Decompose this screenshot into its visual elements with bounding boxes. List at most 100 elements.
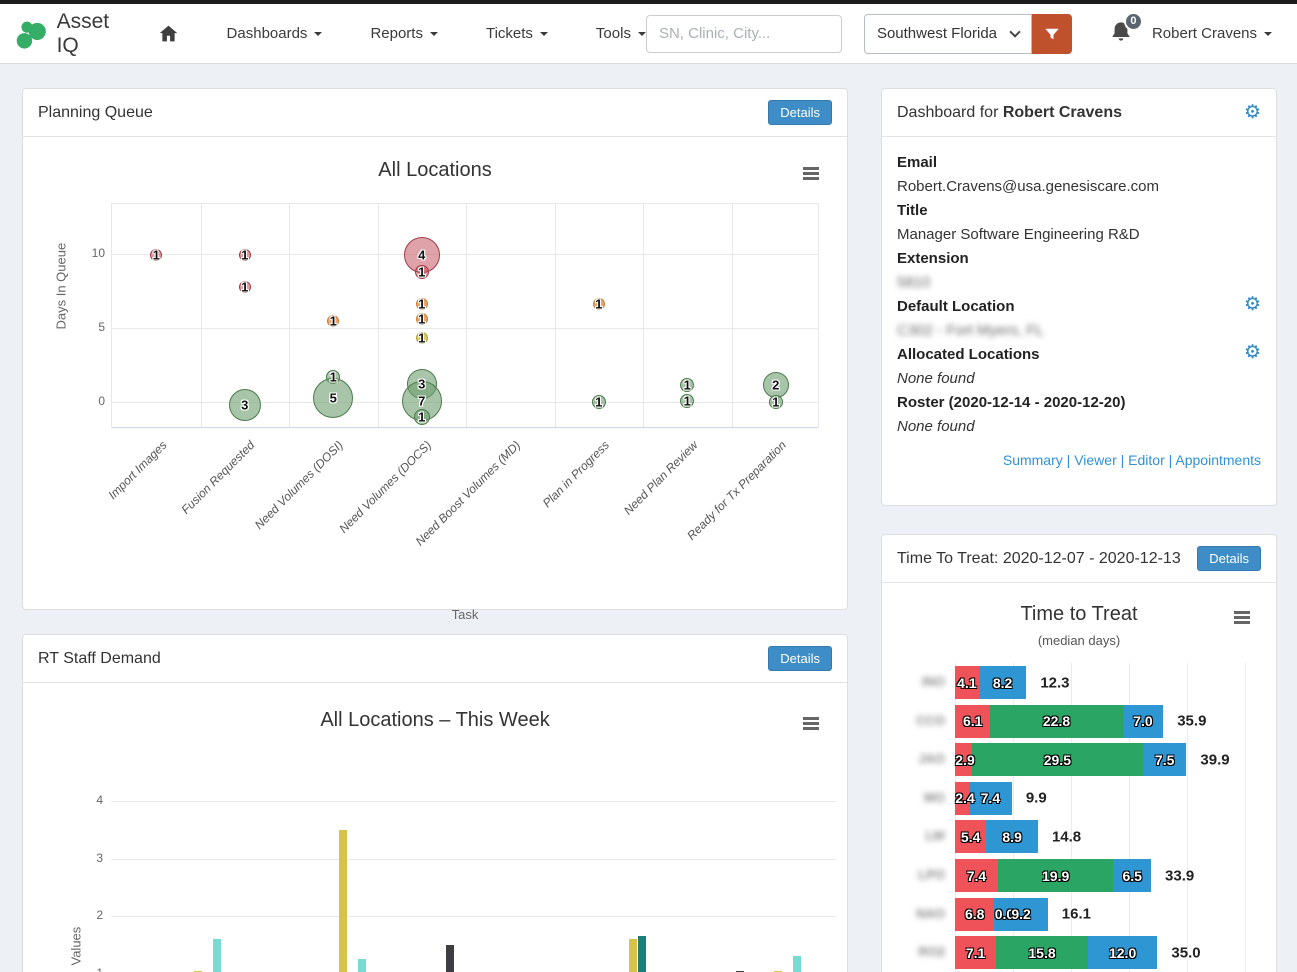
x-axis-category-label: Need Volumes (DOCS): [337, 438, 435, 536]
time-to-treat-details-button[interactable]: Details: [1197, 546, 1261, 571]
gear-icon[interactable]: ⚙: [1244, 295, 1261, 314]
bubble-label: 3: [418, 377, 425, 392]
bar[interactable]: [629, 939, 637, 972]
bubble-label: 1: [330, 369, 337, 384]
filter-button[interactable]: [1032, 14, 1072, 54]
chart-menu-button[interactable]: [1230, 611, 1254, 631]
grid-line: [466, 204, 467, 427]
bar-segment-label: 6.8: [965, 906, 984, 922]
gear-icon[interactable]: ⚙: [1244, 343, 1261, 362]
region-select[interactable]: Southwest Florida: [864, 14, 1032, 54]
bar[interactable]: [793, 956, 801, 972]
planning-queue-card: Planning Queue Details All Locations 111…: [22, 88, 848, 610]
row-total: 16.1: [1062, 906, 1091, 923]
profile-card: Dashboard for Robert Cravens ⚙ Email Rob…: [881, 88, 1277, 506]
row-total: 9.9: [1026, 790, 1047, 807]
viewer-link[interactable]: Viewer: [1074, 452, 1117, 468]
x-axis-category-label: Plan in Progress: [539, 438, 611, 510]
allocated-locations-value: None found: [897, 367, 1261, 391]
gear-icon[interactable]: ⚙: [1244, 103, 1261, 122]
planning-queue-details-button[interactable]: Details: [768, 100, 832, 125]
user-menu[interactable]: Robert Cravens: [1152, 25, 1272, 42]
chevron-down-icon: [1009, 26, 1020, 37]
user-name: Robert Cravens: [1152, 25, 1257, 42]
row-total: 35.9: [1177, 713, 1206, 730]
profile-links: Summary | Viewer | Editor | Appointments: [897, 449, 1261, 471]
time-to-treat-card: Time To Treat: 2020-12-07 - 2020-12-13 D…: [881, 534, 1277, 972]
row-label: JAO: [897, 751, 945, 766]
bar-segment-label: 22.8: [1043, 713, 1070, 729]
grid-line: [378, 204, 379, 427]
x-axis-category-label: Need Boost Volumes (MD): [413, 438, 524, 549]
row-total: 12.3: [1040, 674, 1069, 691]
caret-down-icon: [540, 32, 548, 36]
chart-menu-button[interactable]: [799, 167, 823, 187]
nav-menu-dashboards-label: Dashboards: [227, 25, 308, 42]
grid-line: [111, 801, 836, 802]
row-label: LPO: [897, 867, 945, 882]
row-total: 33.9: [1165, 867, 1194, 884]
brand-title: Asset IQ: [57, 10, 126, 58]
planning-plot: 111311541111371111121: [111, 203, 819, 428]
bubble-label: 5: [330, 391, 337, 406]
row-label: MO: [897, 790, 945, 805]
appointments-link[interactable]: Appointments: [1175, 452, 1261, 468]
bubble-label: 3: [241, 397, 248, 412]
row-label: NAO: [897, 906, 945, 921]
extension-label: Extension: [897, 247, 1261, 271]
x-axis-category-label: Need Volumes (DOSI): [252, 438, 346, 532]
link-separator: |: [1067, 452, 1071, 468]
grid-line: [643, 204, 644, 427]
bar-segment-label: 7.4: [967, 868, 986, 884]
funnel-icon: [1043, 25, 1061, 43]
bar[interactable]: [446, 945, 454, 972]
rt-staff-demand-details-button[interactable]: Details: [768, 646, 832, 671]
notifications-button[interactable]: 0: [1110, 20, 1132, 48]
grid-line: [111, 916, 836, 917]
bubble-label: 1: [418, 312, 425, 327]
nav-menu-tools[interactable]: Tools: [596, 25, 646, 42]
title-value: Manager Software Engineering R&D: [897, 223, 1261, 247]
rt-staff-demand-card: RT Staff Demand Details All Locations – …: [22, 634, 848, 972]
bar-segment-label: 12.0: [1109, 945, 1136, 961]
caret-down-icon: [638, 32, 646, 36]
x-axis-category-label: Need Plan Review: [620, 438, 700, 518]
bar-segment-label: 7.0: [1133, 713, 1152, 729]
bar-segment-label: 8.2: [993, 675, 1012, 691]
row-total: 39.9: [1200, 751, 1229, 768]
bar[interactable]: [638, 936, 646, 972]
bubble-label: 7: [418, 394, 425, 409]
home-button[interactable]: [158, 23, 179, 44]
summary-link[interactable]: Summary: [1003, 452, 1063, 468]
bar[interactable]: [339, 830, 347, 972]
grid-line: [112, 328, 818, 329]
time-to-treat-title: Time To Treat: 2020-12-07 - 2020-12-13: [897, 550, 1181, 568]
bar-segment-label: 7.4: [981, 790, 1000, 806]
nav-menu-reports[interactable]: Reports: [370, 25, 438, 42]
caret-down-icon: [314, 32, 322, 36]
bar-segment-label: 15.8: [1028, 945, 1055, 961]
search-input[interactable]: [646, 15, 842, 53]
chart-menu-button[interactable]: [799, 717, 823, 737]
grid-line: [112, 254, 818, 255]
x-axis-category-label: Ready for Tx Preparation: [684, 438, 789, 543]
editor-link[interactable]: Editor: [1128, 452, 1165, 468]
grid-line: [111, 859, 836, 860]
bar-segment-label: 2.4: [955, 790, 974, 806]
axis-tick-label: 1: [73, 966, 103, 972]
bubble-label: 1: [330, 313, 337, 328]
bubble-label: 1: [684, 393, 691, 408]
time-to-treat-chart: Time to Treat (median days) INO4.18.212.…: [882, 583, 1276, 972]
notification-count-badge: 0: [1124, 12, 1143, 31]
planning-xlabels: Import ImagesFusion RequestedNeed Volume…: [111, 428, 819, 578]
bar[interactable]: [358, 959, 366, 972]
grid-line: [1187, 663, 1188, 972]
default-location-label: Default Location: [897, 295, 1015, 319]
bar[interactable]: [213, 939, 221, 972]
nav-menu-dashboards[interactable]: Dashboards: [227, 25, 323, 42]
brand[interactable]: Asset IQ: [15, 10, 126, 58]
nav-menu-tickets[interactable]: Tickets: [486, 25, 548, 42]
link-separator: |: [1169, 452, 1173, 468]
bubble-label: 1: [418, 409, 425, 424]
x-axis-category-label: Import Images: [105, 438, 169, 502]
